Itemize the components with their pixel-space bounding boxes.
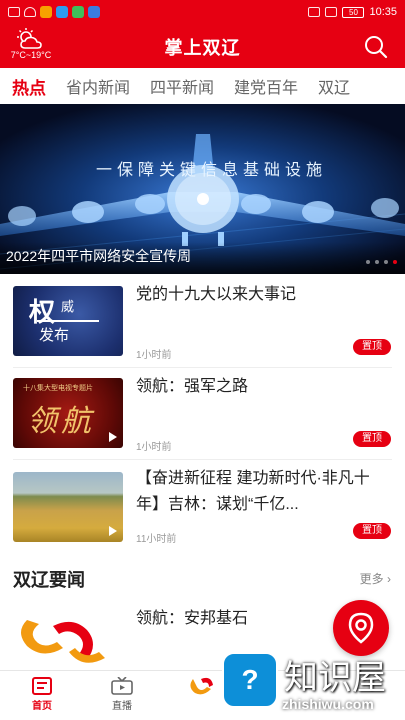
status-icons-right: 50 10:35 — [308, 6, 397, 18]
vibrate-icon — [325, 7, 338, 17]
wifi-icon — [24, 7, 36, 17]
tab-shuangliao[interactable]: 双辽 — [318, 74, 350, 98]
news-list-item[interactable]: 权 威 发布 党的十九大以来大事记 1小时前 置顶 — [0, 276, 405, 368]
nav-home[interactable]: 首页 — [12, 677, 72, 712]
app-header: 7°C~19°C 掌上双辽 — [0, 24, 405, 68]
watermark-url: zhishiwu.com — [282, 696, 374, 712]
carousel-dot[interactable] — [366, 260, 370, 264]
notification-icon — [72, 6, 84, 18]
news-title: 领航：强军之路 — [136, 378, 249, 395]
home-news-icon — [32, 677, 52, 695]
shuangliao-logo-icon — [21, 620, 105, 663]
sim-icon — [8, 7, 20, 17]
section-title: 双辽要闻 — [13, 570, 85, 590]
notification-icon — [56, 6, 68, 18]
pinned-badge: 置顶 — [353, 431, 391, 447]
watermark-logo: ? — [222, 652, 278, 708]
news-thumbnail: 权 威 发布 — [13, 286, 123, 356]
news-list-item[interactable]: 【奋进新征程 建功新时代·非凡十年】吉林：谋划“千亿... 11小时前 置顶 — [0, 460, 405, 552]
nav-live[interactable]: 直播 — [92, 677, 152, 712]
search-icon[interactable] — [363, 34, 389, 60]
news-title: 【奋进新征程 建功新时代·非凡十年】吉林：谋划“千亿... — [136, 470, 370, 513]
news-time: 1小时前 — [136, 350, 172, 361]
notification-icon — [88, 6, 100, 18]
battery-indicator: 50 — [342, 6, 365, 18]
tab-siping-news[interactable]: 四平新闻 — [150, 74, 214, 98]
more-link[interactable]: 更多 › — [360, 570, 391, 587]
news-thumbnail — [13, 612, 123, 670]
nfc-icon — [308, 7, 321, 17]
news-thumbnail: 十八集大型电视专题片 领航 — [13, 378, 123, 448]
carousel-indicator — [366, 260, 397, 264]
live-tv-icon — [111, 677, 133, 695]
news-time: 11小时前 — [136, 534, 177, 545]
notification-icon — [40, 6, 52, 18]
carousel-dot[interactable] — [384, 260, 388, 264]
chevron-right-icon: › — [387, 572, 391, 586]
news-list-item[interactable]: 十八集大型电视专题片 领航 领航：强军之路 1小时前 置顶 — [0, 368, 405, 460]
news-thumbnail — [13, 472, 123, 542]
tab-party-centenary[interactable]: 建党百年 — [234, 74, 298, 98]
play-icon — [109, 432, 117, 442]
nav-label: 直播 — [112, 701, 132, 712]
carousel-dot[interactable] — [375, 260, 379, 264]
more-label: 更多 — [359, 572, 384, 586]
tab-province-news[interactable]: 省内新闻 — [66, 74, 130, 98]
tab-hot[interactable]: 热点 — [12, 74, 46, 99]
thumb-text: 发布 — [39, 326, 70, 344]
watermark-text: 知识屋 — [284, 658, 386, 698]
nav-label: 首页 — [32, 701, 52, 712]
thumb-text: 威 — [61, 300, 75, 315]
thumb-divider — [37, 320, 99, 322]
thumb-text: 十八集大型电视专题片 — [23, 385, 93, 392]
banner-caption: 2022年四平市网络安全宣传周 — [6, 248, 192, 264]
banner-slogan: 一保障关键信息基础设施 — [96, 162, 328, 179]
app-title: 掌上双辽 — [164, 38, 241, 58]
status-time: 10:35 — [369, 6, 397, 18]
watermark-mark: ? — [241, 664, 259, 695]
pinned-badge: 置顶 — [353, 339, 391, 355]
news-time: 1小时前 — [136, 442, 172, 453]
pinned-badge: 置顶 — [353, 523, 391, 539]
status-bar: 50 10:35 — [0, 0, 405, 24]
status-icons-left — [8, 6, 100, 18]
news-title: 党的十九大以来大事记 — [136, 286, 297, 303]
banner-caption-bar: 2022年四平市网络安全宣传周 — [0, 242, 405, 274]
channel-tabs: 热点 省内新闻 四平新闻 建党百年 双辽 — [0, 68, 405, 104]
play-icon — [109, 526, 117, 536]
banner-carousel[interactable]: 一保障关键信息基础设施 2022年四平市网络安全宣传周 — [0, 104, 405, 274]
location-pin-icon — [348, 612, 374, 644]
watermark: ? 知识屋 zhishiwu.com — [212, 648, 405, 720]
carousel-dot-active[interactable] — [393, 260, 397, 264]
thumb-text: 领航 — [27, 404, 95, 439]
